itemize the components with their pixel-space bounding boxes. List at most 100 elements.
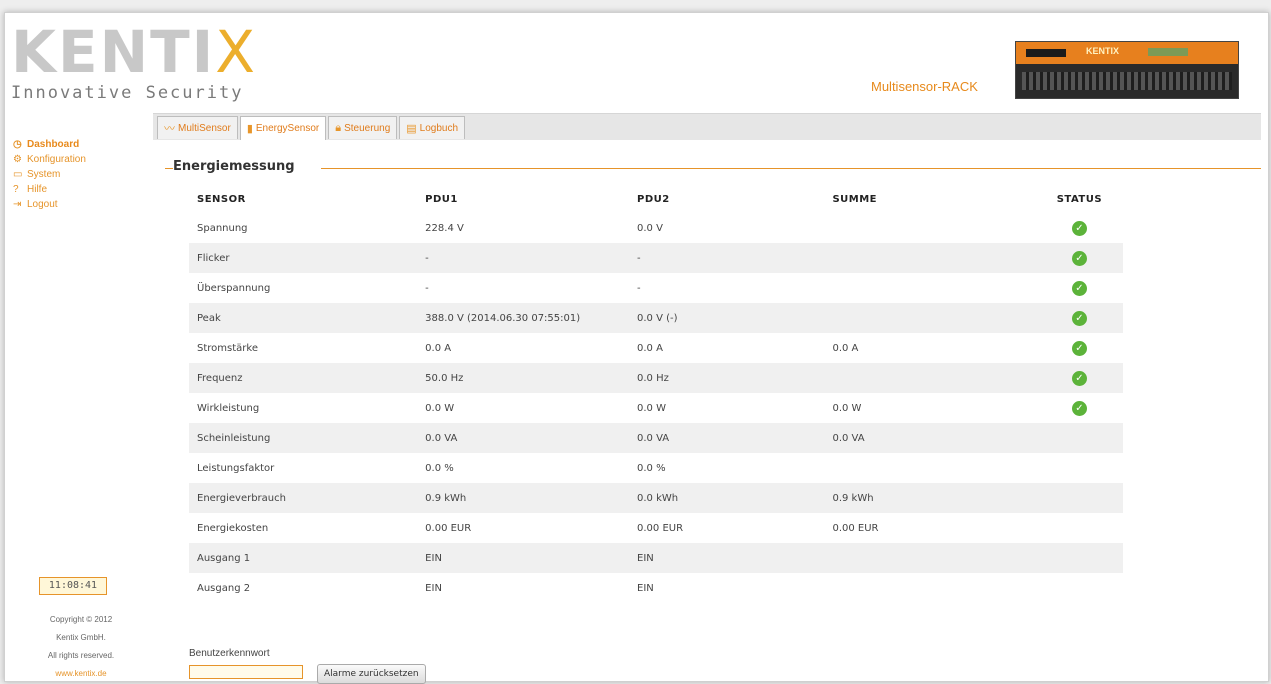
table-row: Flicker - - ✓ bbox=[189, 243, 1123, 273]
status-cell bbox=[1036, 573, 1123, 603]
copyright-text: Copyright © 2012 bbox=[49, 615, 113, 624]
status-cell: ✓ bbox=[1036, 333, 1123, 363]
sensor-cell: Frequenz bbox=[189, 363, 418, 393]
status-ok-icon: ✓ bbox=[1071, 400, 1087, 416]
sensor-cell: Ausgang 1 bbox=[189, 543, 418, 573]
sensor-cell: Spannung bbox=[197, 222, 248, 234]
logo-main: KENTI bbox=[11, 18, 216, 86]
pdu1-cell: 388.0 V (2014.06.30 07:55:01) bbox=[417, 303, 629, 333]
logout-icon: ⇥ bbox=[13, 199, 22, 210]
pdu1-cell: 0.00 EUR bbox=[425, 522, 472, 534]
gear-icon: ⚙ bbox=[13, 154, 22, 165]
status-cell bbox=[1035, 423, 1123, 453]
company-text: Kentix GmbH. bbox=[56, 633, 106, 642]
summe-cell: 0.0 A bbox=[832, 342, 859, 354]
pdu2-cell: 0.0 V bbox=[637, 222, 663, 234]
pdu2-cell: EIN bbox=[637, 582, 654, 594]
summe-cell: 0.0 W bbox=[832, 402, 862, 414]
status-cell: ✓ bbox=[1036, 273, 1123, 303]
status-ok-icon: ✓ bbox=[1071, 370, 1087, 386]
summe-cell bbox=[824, 543, 1036, 573]
tab-steuerung[interactable]: 🔒︎ Steuerung bbox=[328, 116, 398, 139]
column-header-pdu2: PDU2 bbox=[637, 193, 670, 205]
tab-multisensor[interactable]: 〰 MultiSensor bbox=[157, 116, 238, 139]
table-row: Ausgang 1 EIN EIN bbox=[189, 543, 1123, 573]
product-name: Multisensor-RACK bbox=[871, 79, 978, 94]
device-image: KENTIX bbox=[1015, 41, 1239, 99]
table-row: Frequenz 50.0 Hz 0.0 Hz ✓ bbox=[189, 363, 1123, 393]
status-ok-icon: ✓ bbox=[1071, 310, 1087, 326]
pdu2-cell: EIN bbox=[629, 543, 825, 573]
pdu1-cell: EIN bbox=[425, 582, 442, 594]
table-row: Leistungsfaktor 0.0 % 0.0 % bbox=[189, 453, 1123, 483]
logo-mark: KENTIX bbox=[11, 23, 257, 81]
sidebar-item-label: Konfiguration bbox=[27, 154, 86, 165]
column-header-summe: SUMME bbox=[832, 193, 878, 205]
sensor-cell: Peak bbox=[189, 303, 418, 333]
kentix-logo: KENTIX Innovative Security bbox=[11, 23, 257, 103]
app-window: KENTIX Innovative Security Multisensor-R… bbox=[4, 12, 1269, 684]
table-row: Energiekosten 0.00 EUR 0.00 EUR 0.00 EUR bbox=[189, 513, 1123, 543]
status-cell bbox=[1035, 543, 1123, 573]
table-row: Wirkleistung 0.0 W 0.0 W 0.0 W ✓ bbox=[189, 393, 1123, 423]
clock: 11:08:41 bbox=[39, 577, 107, 595]
pdu1-cell: 0.0 % bbox=[425, 462, 454, 474]
status-cell: ✓ bbox=[1035, 243, 1123, 273]
pdu2-cell: 0.0 Hz bbox=[629, 363, 825, 393]
table-row: Ausgang 2 EIN EIN bbox=[189, 573, 1123, 603]
sidebar-item-system[interactable]: ▭ System bbox=[13, 167, 143, 182]
sidebar-item-konfiguration[interactable]: ⚙ Konfiguration bbox=[13, 152, 143, 167]
status-cell bbox=[1036, 453, 1123, 483]
sidebar-item-label: Hilfe bbox=[27, 184, 48, 195]
sidebar-item-logout[interactable]: ⇥ Logout bbox=[13, 197, 143, 212]
column-header-pdu1: PDU1 bbox=[425, 193, 458, 205]
summe-cell bbox=[824, 243, 1036, 273]
sidebar-item-dashboard[interactable]: ◷ Dashboard bbox=[13, 137, 143, 152]
sidebar-item-label: Logout bbox=[27, 199, 58, 210]
sidebar-item-label: Dashboard bbox=[27, 139, 80, 150]
status-ok-icon: ✓ bbox=[1071, 340, 1087, 356]
summe-cell bbox=[824, 573, 1035, 603]
column-header-status: STATUS bbox=[1056, 193, 1103, 205]
pdu2-cell: 0.0 A bbox=[637, 342, 663, 354]
website-link[interactable]: www.kentix.de bbox=[31, 665, 131, 683]
summe-cell: 0.00 EUR bbox=[832, 522, 879, 534]
sidebar-item-hilfe[interactable]: ? Hilfe bbox=[13, 182, 143, 197]
sensor-cell: Flicker bbox=[189, 243, 418, 273]
rights-text: All rights reserved. bbox=[47, 651, 115, 660]
tab-logbuch[interactable]: ▤ Logbuch bbox=[399, 116, 466, 139]
pdu2-cell: 0.0 W bbox=[637, 402, 666, 414]
status-cell: ✓ bbox=[1035, 363, 1123, 393]
table-row: Scheinleistung 0.0 VA 0.0 VA 0.0 VA bbox=[189, 423, 1123, 453]
pdu1-cell: 0.0 W bbox=[425, 402, 455, 414]
sensor-cell: Scheinleistung bbox=[189, 423, 418, 453]
energy-table: SENSOR PDU1 PDU2 SUMME STATUS Spannung 22… bbox=[189, 185, 1123, 603]
pdu2-cell: - bbox=[637, 282, 641, 294]
status-cell: ✓ bbox=[1036, 213, 1123, 243]
help-icon: ? bbox=[13, 184, 19, 195]
sensor-cell: Energiekosten bbox=[197, 522, 269, 534]
summe-cell: 0.0 VA bbox=[824, 423, 1036, 453]
logo-tagline: Innovative Security bbox=[11, 83, 244, 103]
tab-label: Steuerung bbox=[344, 122, 391, 134]
table-header-row: SENSOR PDU1 PDU2 SUMME STATUS bbox=[189, 185, 1123, 213]
sensor-cell: Stromstärke bbox=[197, 342, 258, 354]
reset-alarms-button[interactable]: Alarme zurücksetzen bbox=[317, 664, 426, 684]
summe-cell bbox=[824, 453, 1035, 483]
sensor-cell: Leistungsfaktor bbox=[197, 462, 275, 474]
pdu2-cell: 0.0 V (-) bbox=[629, 303, 825, 333]
pdu2-cell: - bbox=[629, 243, 825, 273]
status-cell bbox=[1035, 483, 1123, 513]
tab-list: 〰 MultiSensor ▮ EnergySensor 🔒︎ Steuerun… bbox=[157, 116, 467, 140]
section-divider bbox=[321, 168, 1261, 169]
pdu2-cell: 0.0 kWh bbox=[629, 483, 825, 513]
sensor-cell: Wirkleistung bbox=[197, 402, 260, 414]
summe-cell bbox=[824, 213, 1035, 243]
tab-energysensor[interactable]: ▮ EnergySensor bbox=[239, 116, 327, 140]
password-input[interactable] bbox=[189, 665, 303, 679]
sensor-cell: Überspannung bbox=[197, 282, 271, 294]
status-ok-icon: ✓ bbox=[1071, 220, 1087, 236]
table-row: Stromstärke 0.0 A 0.0 A 0.0 A ✓ bbox=[189, 333, 1123, 363]
monitor-icon: ▭ bbox=[13, 169, 23, 180]
table-body: Spannung 228.4 V 0.0 V ✓ Flicker - - ✓ Überspann… bbox=[189, 213, 1123, 603]
